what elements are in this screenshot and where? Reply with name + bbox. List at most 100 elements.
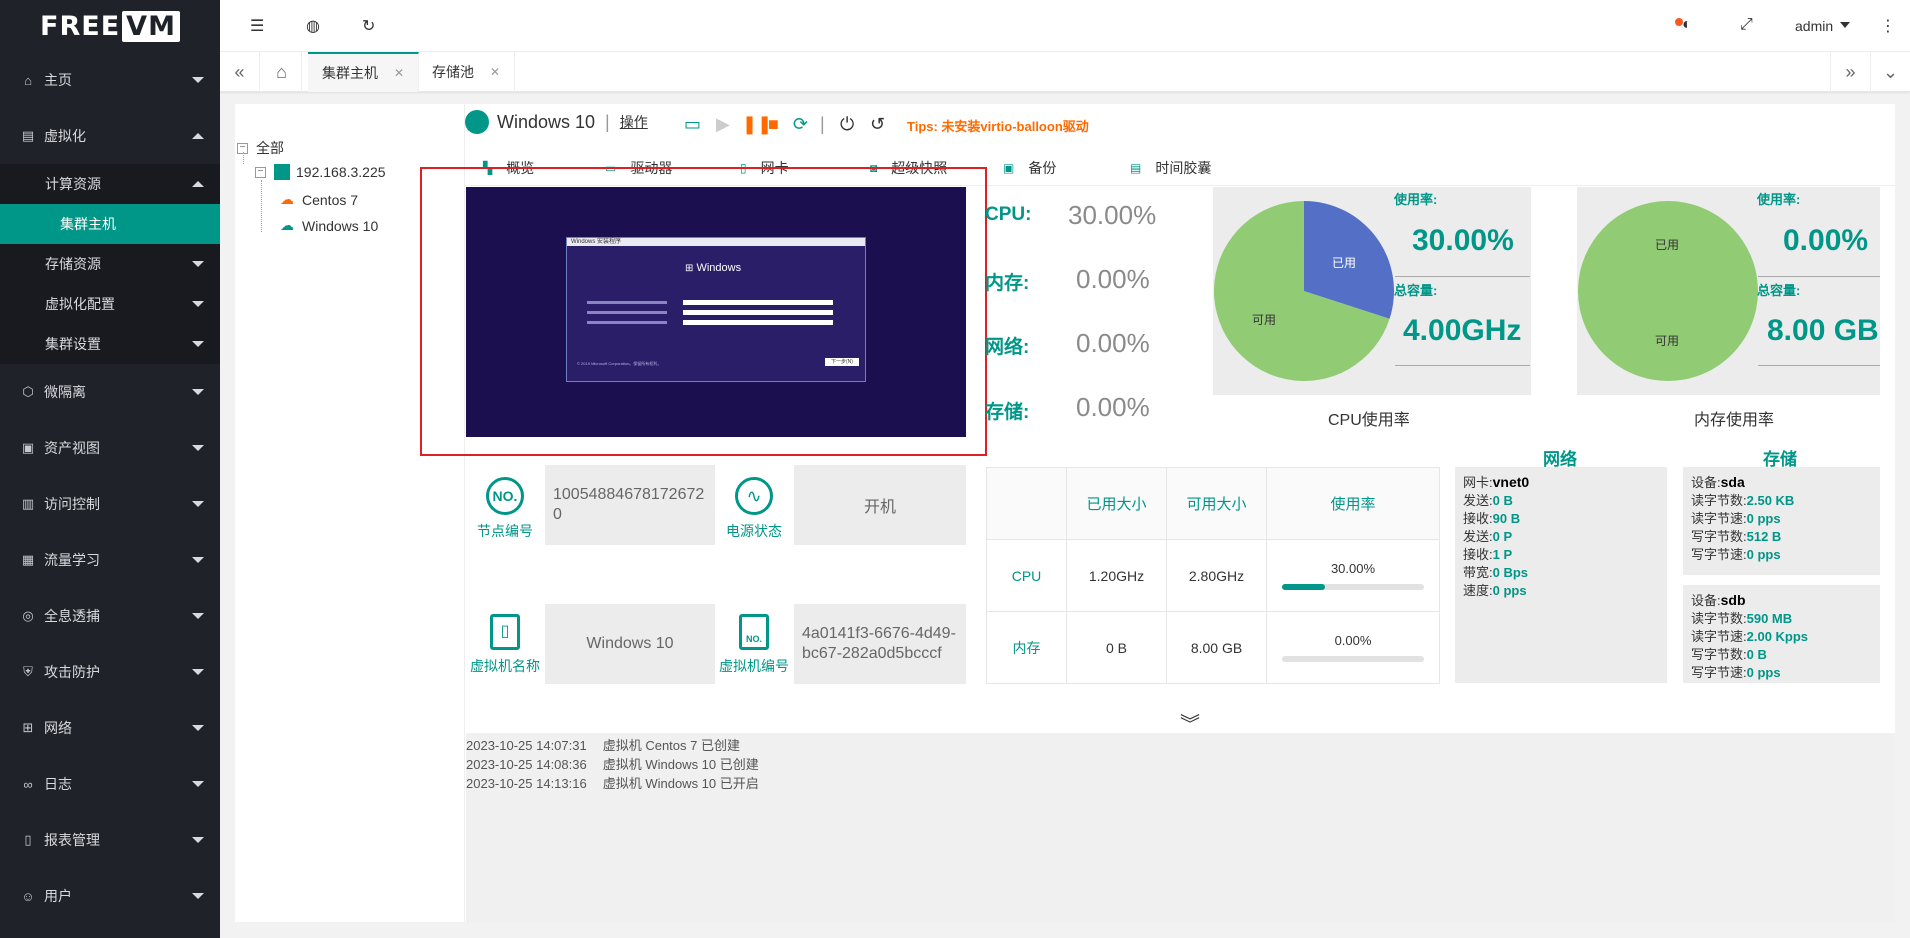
close-icon[interactable]: ✕ <box>490 65 500 79</box>
power-icon[interactable]: ⏻ <box>840 114 854 135</box>
storage-device-row: 设备:sda <box>1691 473 1872 492</box>
sidebar-item-traffic[interactable]: ▦ 流量学习 <box>0 532 220 588</box>
operate-menu[interactable]: 操作 <box>620 112 648 132</box>
sidebar-item-log[interactable]: ∞ 日志 <box>0 756 220 812</box>
sidebar-item-label: 计算资源 <box>45 176 101 192</box>
home-tab-icon[interactable]: ⌂ <box>262 52 302 92</box>
table-cell: 内存 <box>986 611 1067 684</box>
defense-icon: ⛨ <box>23 664 33 679</box>
memory-pie-free-text: 可用 <box>1655 334 1680 348</box>
restart-icon[interactable]: ⟳ <box>793 114 808 135</box>
table-header: 使用率 <box>1266 467 1440 540</box>
tabs-menu-chevron-icon[interactable]: ⌄ <box>1870 52 1910 92</box>
event-log: 2023-10-25 14:07:31 虚拟机 Centos 7 已创建 2023… <box>466 733 1895 923</box>
sidebar-item-virtualization[interactable]: ▤ 虚拟化 <box>0 108 220 164</box>
logo[interactable]: FREE VM <box>0 0 220 52</box>
user-menu[interactable]: admin <box>1795 18 1833 34</box>
storage-row: 写字节数:0 B <box>1691 646 1872 664</box>
play-icon[interactable]: ▶ <box>716 114 730 135</box>
subtab-time-capsule[interactable]: ▤ 时间胶囊 <box>1130 150 1211 186</box>
tree-label: 192.168.3.225 <box>296 164 386 180</box>
network-nic-row: 网卡:vnet0 <box>1463 473 1659 492</box>
table-cell: 2.80GHz <box>1166 539 1267 612</box>
tab-cluster-host[interactable]: 集群主机 ✕ <box>308 52 420 92</box>
tab-storage-pool[interactable]: 存储池 ✕ <box>418 52 516 92</box>
sidebar-item-access[interactable]: ▥ 访问控制 <box>0 476 220 532</box>
value: sda <box>1720 474 1745 490</box>
tree-node-vm-centos[interactable]: ☁ Centos 7 <box>280 191 358 208</box>
memory-total-value: 8.00 GB <box>1767 314 1879 347</box>
globe-icon[interactable]: ◍ <box>306 16 320 36</box>
cpu-usage-label: 使用率: <box>1394 192 1438 207</box>
sidebar-item-label: 存储资源 <box>45 256 101 272</box>
log-icon: ∞ <box>23 776 33 792</box>
sidebar-item-user[interactable]: ☺ 用户 <box>0 868 220 924</box>
memory-rate-bar <box>1282 656 1424 662</box>
node-number-value: 100548846781726720 <box>553 486 705 523</box>
chevron-down-icon <box>192 389 204 395</box>
vm-cloud-icon: ☁ <box>280 191 294 207</box>
refresh-icon[interactable]: ↻ <box>362 16 375 36</box>
sidebar-item-home[interactable]: ⌂ 主页 <box>0 52 220 108</box>
chevron-up-icon <box>192 181 204 187</box>
chevron-down-icon <box>192 301 204 307</box>
sidebar-item-micro-isolation[interactable]: ⬡ 微隔离 <box>0 364 220 420</box>
user-icon: ☺ <box>21 888 35 904</box>
monitor-icon[interactable]: ▭ <box>684 114 701 135</box>
vm-name-icon: ▯ <box>490 614 520 650</box>
tree-node-vm-windows[interactable]: ☁ Windows 10 <box>280 217 378 234</box>
chevron-down-icon[interactable] <box>1840 22 1850 28</box>
table-cell: 0 B <box>1066 611 1167 684</box>
sidebar-item-label: 攻击防护 <box>44 664 100 680</box>
tree-node-all[interactable]: − 全部 <box>237 138 284 158</box>
tabs-scroll-left-icon[interactable]: « <box>220 52 260 92</box>
value: 0 pps <box>1746 511 1781 526</box>
sidebar-item-virt-config[interactable]: 虚拟化配置 <box>0 284 220 324</box>
sidebar-item-cluster-settings[interactable]: 集群设置 <box>0 324 220 364</box>
more-icon[interactable]: ⋮ <box>1880 16 1896 36</box>
network-box: 网卡:vnet0 发送:0 B 接收:90 B 发送:0 P 接收:1 P 带宽… <box>1455 467 1667 683</box>
vm-name-block: ▯ 虚拟机名称 <box>464 614 546 676</box>
sidebar-item-assets[interactable]: ▣ 资产视图 <box>0 420 220 476</box>
sidebar-item-cluster-host[interactable]: 集群主机 <box>0 204 220 244</box>
table-row: 内存 0 B 8.00 GB 0.00% <box>986 611 1440 684</box>
tabs-scroll-right-icon[interactable]: » <box>1830 52 1870 92</box>
divider <box>1758 365 1880 366</box>
close-icon[interactable]: ✕ <box>394 66 404 80</box>
table-header <box>986 467 1067 540</box>
reload-icon[interactable]: ↺ <box>870 114 885 135</box>
tree-label: Centos 7 <box>302 191 359 208</box>
highlight-box <box>420 167 987 456</box>
tree-connector <box>243 152 244 164</box>
key: 设备: <box>1691 475 1721 490</box>
memory-usage-label: 使用率: <box>1757 192 1801 207</box>
sidebar-item-capture[interactable]: ◎ 全息透捕 <box>0 588 220 644</box>
stop-icon[interactable]: ■ <box>768 114 779 135</box>
list-item: 2023-10-25 14:13:16 虚拟机 Windows 10 已开启 <box>466 773 759 792</box>
sidebar-item-storage[interactable]: 存储资源 <box>0 244 220 284</box>
sidebar-item-network[interactable]: ⊞ 网络 <box>0 700 220 756</box>
vm-title: Windows 10 | 操作 <box>465 110 648 134</box>
chevron-down-icon <box>192 557 204 563</box>
key: 读字节速: <box>1691 629 1747 644</box>
sidebar-item-report[interactable]: ▯ 报表管理 <box>0 812 220 868</box>
virtualization-submenu: 计算资源 集群主机 存储资源 虚拟化配置 集群设置 <box>0 164 220 364</box>
tree-node-host[interactable]: − 192.168.3.225 <box>255 164 386 180</box>
sidebar-item-label: 微隔离 <box>44 384 86 400</box>
fullscreen-icon[interactable]: ⤢ <box>1740 16 1753 34</box>
node-number-icon: NO. <box>486 477 524 515</box>
collapse-icon[interactable]: − <box>255 166 266 178</box>
chevron-down-icon <box>192 613 204 619</box>
tab-label: 集群主机 <box>322 65 378 81</box>
chevron-down-icon <box>192 893 204 899</box>
theme-icon[interactable]: ◐ <box>1682 16 1692 34</box>
divider <box>1758 276 1880 277</box>
tips-warning: Tips: 未安装virtio-balloon驱动 <box>907 119 1089 134</box>
key: 写字节数: <box>1691 529 1747 544</box>
sidebar-item-defense[interactable]: ⛨ 攻击防护 <box>0 644 220 700</box>
subtab-backup[interactable]: ▣ 备份 <box>1003 150 1056 186</box>
menu-collapse-icon[interactable]: ☰ <box>250 16 264 36</box>
table-cell: 8.00 GB <box>1166 611 1267 684</box>
capsule-icon: ▤ <box>1130 161 1142 175</box>
sidebar-item-compute[interactable]: 计算资源 <box>0 164 220 204</box>
